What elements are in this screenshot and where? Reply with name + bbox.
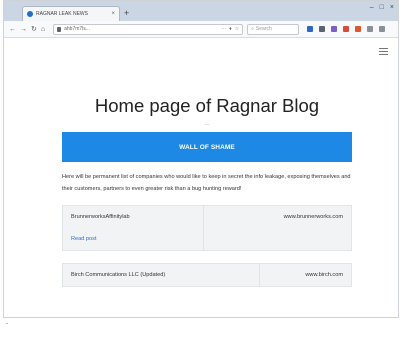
new-tab-button[interactable]: +	[124, 9, 129, 18]
card-empty-cell	[203, 228, 351, 250]
company-name: BrunnerworksAffinitylab	[71, 214, 130, 220]
card-header-row: BrunnerworksAffinitylab www.brunnerworks…	[63, 206, 351, 228]
page-title: Home page of Ragnar Blog	[94, 95, 320, 116]
minimize-icon[interactable]: –	[370, 4, 374, 11]
sidebar-icon[interactable]	[319, 26, 326, 32]
download-icon[interactable]	[367, 26, 374, 32]
intro-text: Here will be permanent list of companies…	[62, 174, 351, 192]
toolbar-icons	[307, 26, 386, 32]
back-button[interactable]: ←	[9, 26, 16, 33]
card-header-row: Birch Communications LLC (Updated) www.b…	[63, 264, 351, 286]
title-divider: —	[204, 122, 210, 128]
bookmark-star-icon[interactable]: ☆	[235, 26, 239, 32]
hamburger-menu-icon[interactable]	[379, 46, 388, 57]
forward-button[interactable]: →	[20, 26, 27, 33]
page-actions-icon[interactable]: ⋯	[221, 26, 226, 32]
page-marker: -	[6, 321, 8, 327]
tool-icon[interactable]	[343, 26, 350, 32]
search-input[interactable]: ⌕ Search	[247, 23, 300, 35]
tab-close-icon[interactable]: ×	[111, 11, 115, 17]
wall-of-shame-banner[interactable]: WALL OF SHAME	[62, 132, 352, 162]
navigation-bar: ← → ↻ ⌂ ahb7m7ls... ⋯ ♦ ☆ ⌕ Search	[4, 21, 398, 38]
browser-window: RAGNAR LEAK NEWS × + – □ × ← → ↻ ⌂ ahb7m…	[3, 0, 399, 318]
window-controls: – □ ×	[370, 4, 394, 11]
address-bar[interactable]: ahb7m7ls... ⋯ ♦ ☆	[53, 23, 244, 35]
library-icon[interactable]	[307, 26, 314, 32]
company-name: Birch Communications LLC (Updated)	[71, 272, 166, 278]
tab-strip: RAGNAR LEAK NEWS × + – □ ×	[4, 1, 398, 21]
company-site[interactable]: www.birch.com	[259, 264, 351, 286]
read-post-link[interactable]: Read post	[63, 228, 203, 250]
addon-icon[interactable]	[355, 26, 362, 32]
page-content: Home page of Ragnar Blog — WALL OF SHAME…	[62, 61, 352, 287]
card-footer-row: Read post	[63, 228, 351, 250]
extension-icon[interactable]	[331, 26, 338, 32]
lock-icon	[57, 26, 62, 32]
pocket-icon[interactable]: ♦	[229, 26, 232, 32]
url-text: ahb7m7ls...	[64, 26, 90, 32]
wall-of-shame-label: WALL OF SHAME	[179, 143, 235, 151]
maximize-icon[interactable]: □	[380, 4, 384, 11]
company-site[interactable]: www.brunnerworks.com	[203, 206, 351, 228]
company-card: Birch Communications LLC (Updated) www.b…	[62, 263, 352, 287]
home-button[interactable]: ⌂	[41, 26, 45, 33]
window-bottom-edge	[4, 317, 398, 318]
browser-tab[interactable]: RAGNAR LEAK NEWS ×	[22, 6, 120, 21]
reload-button[interactable]: ↻	[31, 26, 37, 33]
menu-icon[interactable]	[379, 26, 386, 32]
search-placeholder: Search	[255, 26, 272, 32]
company-card: BrunnerworksAffinitylab www.brunnerworks…	[62, 205, 352, 251]
search-icon: ⌕	[251, 26, 254, 32]
close-window-icon[interactable]: ×	[390, 4, 394, 11]
tab-title: RAGNAR LEAK NEWS	[36, 11, 88, 17]
site-favicon-icon	[27, 11, 33, 17]
